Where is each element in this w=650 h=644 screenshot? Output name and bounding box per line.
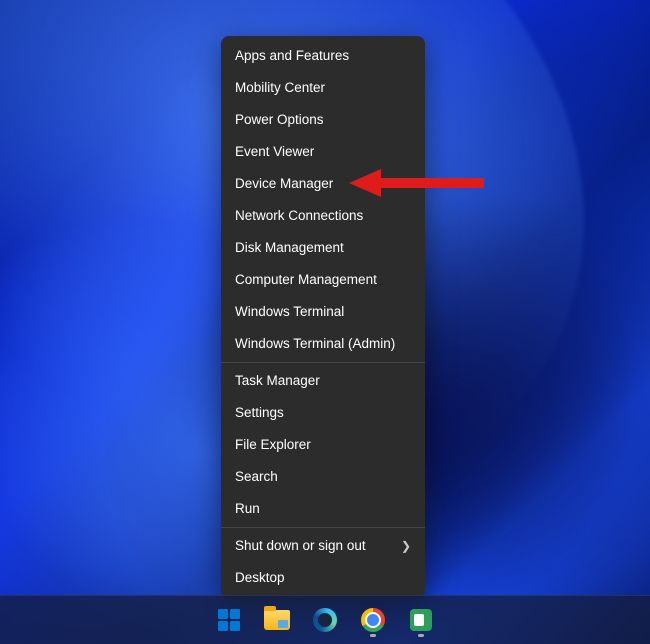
menu-item-label: Mobility Center [235,72,325,104]
menu-item-mobility-center[interactable]: Mobility Center [221,72,425,104]
taskbar [0,595,650,644]
menu-item-file-explorer[interactable]: File Explorer [221,429,425,461]
start-icon [218,609,240,631]
desktop-wallpaper: Apps and Features Mobility Center Power … [0,0,650,644]
menu-item-task-manager[interactable]: Task Manager [221,365,425,397]
winx-context-menu: Apps and Features Mobility Center Power … [221,36,425,598]
menu-item-run[interactable]: Run [221,493,425,525]
menu-item-network-connections[interactable]: Network Connections [221,200,425,232]
menu-item-desktop[interactable]: Desktop [221,562,425,594]
menu-item-label: Device Manager [235,168,333,200]
menu-item-label: Power Options [235,104,324,136]
menu-item-label: Network Connections [235,200,363,232]
menu-item-power-options[interactable]: Power Options [221,104,425,136]
menu-separator [221,527,425,528]
menu-item-apps-and-features[interactable]: Apps and Features [221,40,425,72]
menu-item-label: Event Viewer [235,136,314,168]
taskbar-chrome[interactable] [353,600,393,640]
folder-icon [264,610,290,630]
taskbar-app[interactable] [401,600,441,640]
menu-item-windows-terminal[interactable]: Windows Terminal [221,296,425,328]
menu-item-event-viewer[interactable]: Event Viewer [221,136,425,168]
taskbar-edge[interactable] [305,600,345,640]
taskbar-file-explorer[interactable] [257,600,297,640]
menu-item-label: Settings [235,397,284,429]
menu-item-label: File Explorer [235,429,311,461]
chevron-right-icon: ❯ [401,530,411,562]
menu-item-settings[interactable]: Settings [221,397,425,429]
menu-item-label: Windows Terminal [235,296,344,328]
menu-item-computer-management[interactable]: Computer Management [221,264,425,296]
menu-separator [221,362,425,363]
menu-item-disk-management[interactable]: Disk Management [221,232,425,264]
menu-item-label: Run [235,493,260,525]
chrome-icon [361,608,385,632]
menu-item-label: Task Manager [235,365,320,397]
menu-item-label: Search [235,461,278,493]
menu-item-windows-terminal-admin[interactable]: Windows Terminal (Admin) [221,328,425,360]
menu-item-label: Computer Management [235,264,377,296]
menu-item-label: Desktop [235,562,285,594]
app-icon [410,609,432,631]
menu-item-label: Shut down or sign out [235,530,366,562]
menu-item-label: Apps and Features [235,40,349,72]
taskbar-start-button[interactable] [209,600,249,640]
menu-item-label: Disk Management [235,232,344,264]
menu-item-shut-down-or-sign-out[interactable]: Shut down or sign out ❯ [221,530,425,562]
menu-item-search[interactable]: Search [221,461,425,493]
edge-icon [313,608,337,632]
menu-item-label: Windows Terminal (Admin) [235,328,395,360]
menu-item-device-manager[interactable]: Device Manager [221,168,425,200]
